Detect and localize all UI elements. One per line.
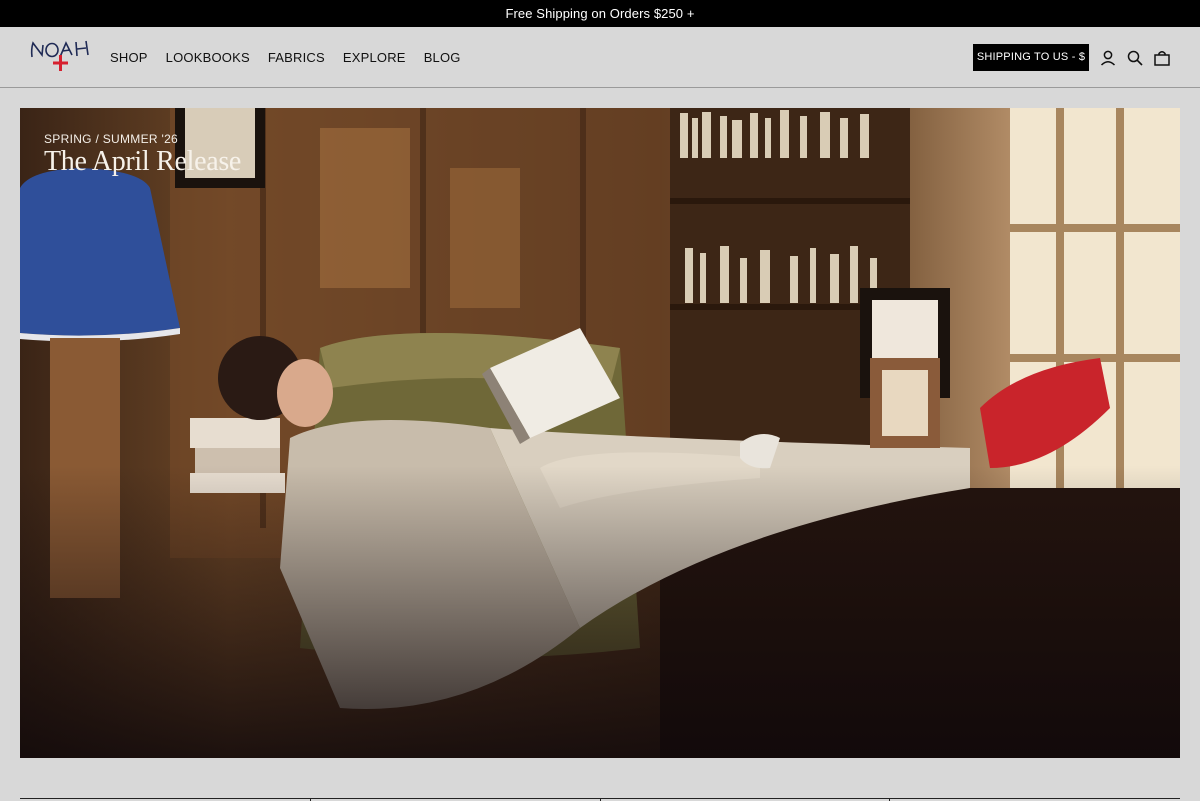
shopping-bag-icon[interactable]: [1153, 49, 1171, 67]
nav-item-lookbooks[interactable]: LOOKBOOKS: [166, 50, 250, 65]
hero-title[interactable]: The April Release: [44, 146, 241, 178]
shipping-country-button[interactable]: SHIPPING TO US - $: [973, 44, 1089, 71]
nav-item-fabrics[interactable]: FABRICS: [268, 50, 325, 65]
account-icon[interactable]: [1099, 49, 1117, 67]
announcement-bar: Free Shipping on Orders $250 +: [0, 0, 1200, 27]
announcement-text: Free Shipping on Orders $250 +: [505, 6, 695, 21]
noah-logo[interactable]: [28, 39, 94, 75]
hero-eyebrow: SPRING / SUMMER '26: [44, 132, 179, 146]
nav-item-explore[interactable]: EXPLORE: [343, 50, 406, 65]
site-header: SHOP LOOKBOOKS FABRICS EXPLORE BLOG SHIP…: [0, 27, 1200, 88]
nav-item-blog[interactable]: BLOG: [424, 50, 461, 65]
hero-banner[interactable]: SPRING / SUMMER '26 The April Release: [20, 108, 1180, 758]
noah-logo-icon: [30, 40, 89, 71]
hero-gradient: [20, 108, 1180, 758]
main-nav: SHOP LOOKBOOKS FABRICS EXPLORE BLOG: [110, 27, 479, 87]
search-icon[interactable]: [1126, 49, 1144, 67]
nav-item-shop[interactable]: SHOP: [110, 50, 148, 65]
